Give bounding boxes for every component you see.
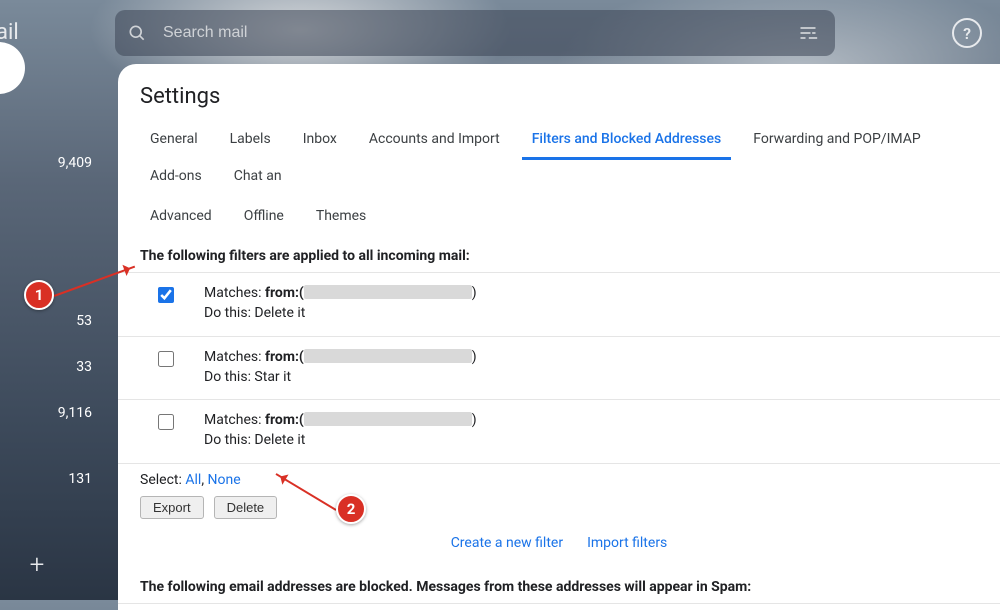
select-label: Select: [140,472,182,488]
filter-checkbox[interactable] [158,351,174,367]
search-options-icon[interactable] [791,16,825,50]
app-logo-text: ail [0,20,19,45]
settings-panel: Settings General Labels Inbox Accounts and … [118,64,1000,610]
compose-button[interactable]: + [10,538,64,592]
filter-checkbox[interactable] [158,287,174,303]
tab-filters-and-blocked-addresses[interactable]: Filters and Blocked Addresses [522,123,732,160]
tab-accounts-and-import[interactable]: Accounts and Import [359,123,510,160]
redacted-address [304,285,472,299]
filter-text: Matches: from:()Do this: Star it [204,347,477,388]
sidebar-count: 9,116 [58,405,92,421]
delete-button[interactable]: Delete [214,496,278,519]
sidebar-count: 33 [76,359,92,375]
annotation-badge-2: 2 [336,494,366,524]
search-input[interactable] [149,23,791,43]
sidebar-count: 53 [76,313,92,329]
redacted-address [304,412,472,426]
filter-text: Matches: from:()Do this: Delete it [204,410,477,451]
redacted-address [304,349,472,363]
settings-tabs-row1: General Labels Inbox Accounts and Import Fil… [118,123,1000,194]
tab-chat-an[interactable]: Chat an [224,160,292,194]
select-row: Select: All, None [118,464,1000,492]
sidebar-item[interactable]: 9,116 [0,390,110,436]
page-title: Settings [140,84,1000,109]
sidebar-count: 131 [68,471,92,487]
select-none-link[interactable]: None [208,472,241,488]
filter-text: Matches: from:()Do this: Delete it [204,283,477,324]
annotation-badge-1: 1 [24,280,54,310]
import-filters-link[interactable]: Import filters [587,535,667,551]
sidebar-count: 9,409 [58,155,92,171]
tab-advanced[interactable]: Advanced [140,200,222,234]
settings-tabs-row2: Advanced Offline Themes [118,200,1000,234]
filter-row: Matches: from:()Do this: Star it [118,337,1000,401]
logo-fragment [0,42,25,94]
tab-general[interactable]: General [140,123,208,160]
blocked-heading: The following email addresses are blocke… [140,579,978,595]
filter-row: Matches: from:()Do this: Delete it [118,272,1000,337]
filter-checkbox[interactable] [158,414,174,430]
sidebar-item[interactable]: 33 [0,344,110,390]
create-filter-link[interactable]: Create a new filter [451,535,563,551]
tab-inbox[interactable]: Inbox [293,123,347,160]
sidebar-item[interactable]: 53 [0,298,110,344]
sidebar-item[interactable]: 131 [0,456,110,502]
blocked-row: Reddit <noreply@redditmail.com> [118,603,1000,610]
tab-themes[interactable]: Themes [306,200,376,234]
export-button[interactable]: Export [140,496,204,519]
tab-labels[interactable]: Labels [220,123,281,160]
tab-add-ons[interactable]: Add-ons [140,160,212,194]
select-all-link[interactable]: All [185,472,201,488]
sidebar-item[interactable]: 9,409 [0,140,110,186]
tab-forwarding-and-pop-imap[interactable]: Forwarding and POP/IMAP [743,123,930,160]
help-icon[interactable]: ? [952,18,982,48]
search-icon [125,21,149,45]
filters-heading: The following filters are applied to all… [140,248,978,264]
search-bar[interactable] [115,10,835,56]
sidebar: 9,409 53 33 9,116 131 [0,130,110,502]
tab-offline[interactable]: Offline [234,200,294,234]
filter-row: Matches: from:()Do this: Delete it [118,400,1000,464]
